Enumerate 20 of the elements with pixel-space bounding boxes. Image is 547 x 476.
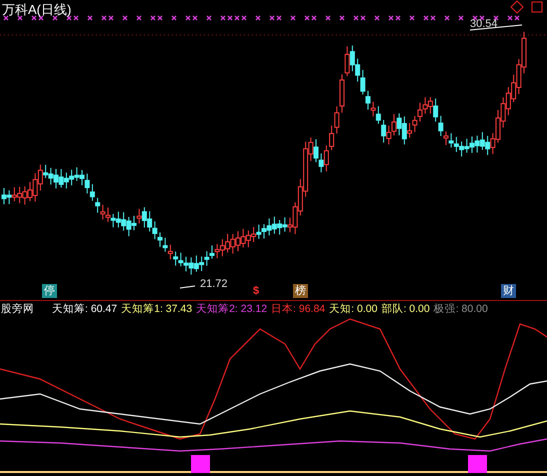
event-marker: $	[252, 284, 260, 298]
event-marker: 榜	[293, 284, 308, 298]
square-icon[interactable]	[532, 2, 542, 12]
indicator-readout: 天知筹: 60.47	[52, 302, 118, 316]
indicator-readout: 部队: 0.00	[381, 302, 430, 316]
signal-bar	[191, 455, 210, 473]
indicator-readout: 天知筹2: 23.12	[196, 302, 268, 316]
indicator-readout: 天知: 0.00	[329, 302, 378, 316]
event-marker: 财	[501, 284, 516, 298]
diamond-icon[interactable]	[510, 0, 524, 14]
signal-bar	[468, 455, 487, 473]
stock-title: 万科A(日线)	[2, 1, 72, 19]
event-marker: 停	[42, 284, 57, 298]
indicator-name: 股旁网	[1, 302, 34, 316]
low-price-label: 21.72	[200, 278, 228, 290]
leader-line	[180, 286, 196, 288]
indicator-readout: 日本: 96.84	[271, 302, 326, 316]
high-price-label: 30.54	[470, 18, 498, 30]
indicator-readout: 天知筹1: 37.43	[121, 302, 192, 316]
indicator-readout: 极强: 80.00	[434, 302, 488, 316]
